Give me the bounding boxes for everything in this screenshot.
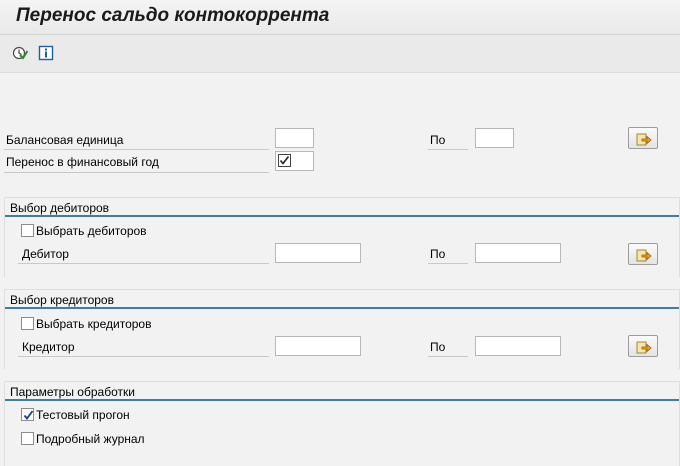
customer-group-header: Выбор дебиторов (5, 198, 679, 217)
test-run-checkbox[interactable] (21, 408, 34, 421)
customer-to-label: По (430, 247, 446, 261)
vendor-group-title: Выбор кредиторов (10, 293, 114, 307)
customer-from-input[interactable] (275, 243, 361, 263)
multiple-selection-button[interactable] (628, 127, 658, 149)
vendor-multiple-selection-button[interactable] (628, 335, 658, 357)
application-toolbar (0, 35, 680, 73)
select-customers-label: Выбрать дебиторов (36, 224, 147, 238)
execute-icon[interactable] (12, 45, 29, 61)
processing-group-header: Параметры обработки (5, 382, 679, 401)
test-run-label: Тестовый прогон (36, 408, 130, 422)
vendor-label: Кредитор (22, 340, 75, 354)
fiscal-year-label: Перенос в финансовый год (6, 155, 159, 169)
processing-parameters-group: Параметры обработки (4, 381, 680, 466)
customer-label: Дебитор (22, 247, 69, 261)
multiple-selection-icon (636, 249, 652, 262)
customer-to-input[interactable] (475, 243, 561, 263)
company-code-from-input[interactable] (275, 128, 314, 148)
company-code-to-label: По (430, 133, 446, 147)
select-vendors-checkbox[interactable] (21, 317, 34, 330)
check-mark-icon (23, 410, 34, 420)
select-customers-checkbox[interactable] (21, 224, 34, 237)
company-code-label: Балансовая единица (6, 133, 124, 147)
select-vendors-label: Выбрать кредиторов (36, 317, 152, 331)
vendor-from-input[interactable] (275, 336, 361, 356)
multiple-selection-icon (636, 133, 652, 146)
customer-group-title: Выбор дебиторов (10, 201, 110, 215)
detail-log-checkbox[interactable] (21, 432, 34, 445)
vendor-to-input[interactable] (475, 336, 561, 356)
company-code-to-input[interactable] (475, 128, 514, 148)
multiple-selection-icon (636, 341, 652, 354)
detail-log-label: Подробный журнал (36, 432, 145, 446)
page-title: Перенос сальдо контокоррента (16, 5, 330, 26)
vendor-group-header: Выбор кредиторов (5, 290, 679, 309)
fiscal-year-checkbox-field[interactable] (275, 151, 314, 171)
fiscal-year-checkbox[interactable] (278, 154, 291, 167)
vendor-to-label: По (430, 340, 446, 354)
title-bar: Перенос сальдо контокоррента (0, 0, 680, 35)
processing-group-title: Параметры обработки (10, 385, 135, 399)
info-icon[interactable] (38, 45, 54, 61)
customer-multiple-selection-button[interactable] (628, 243, 658, 265)
